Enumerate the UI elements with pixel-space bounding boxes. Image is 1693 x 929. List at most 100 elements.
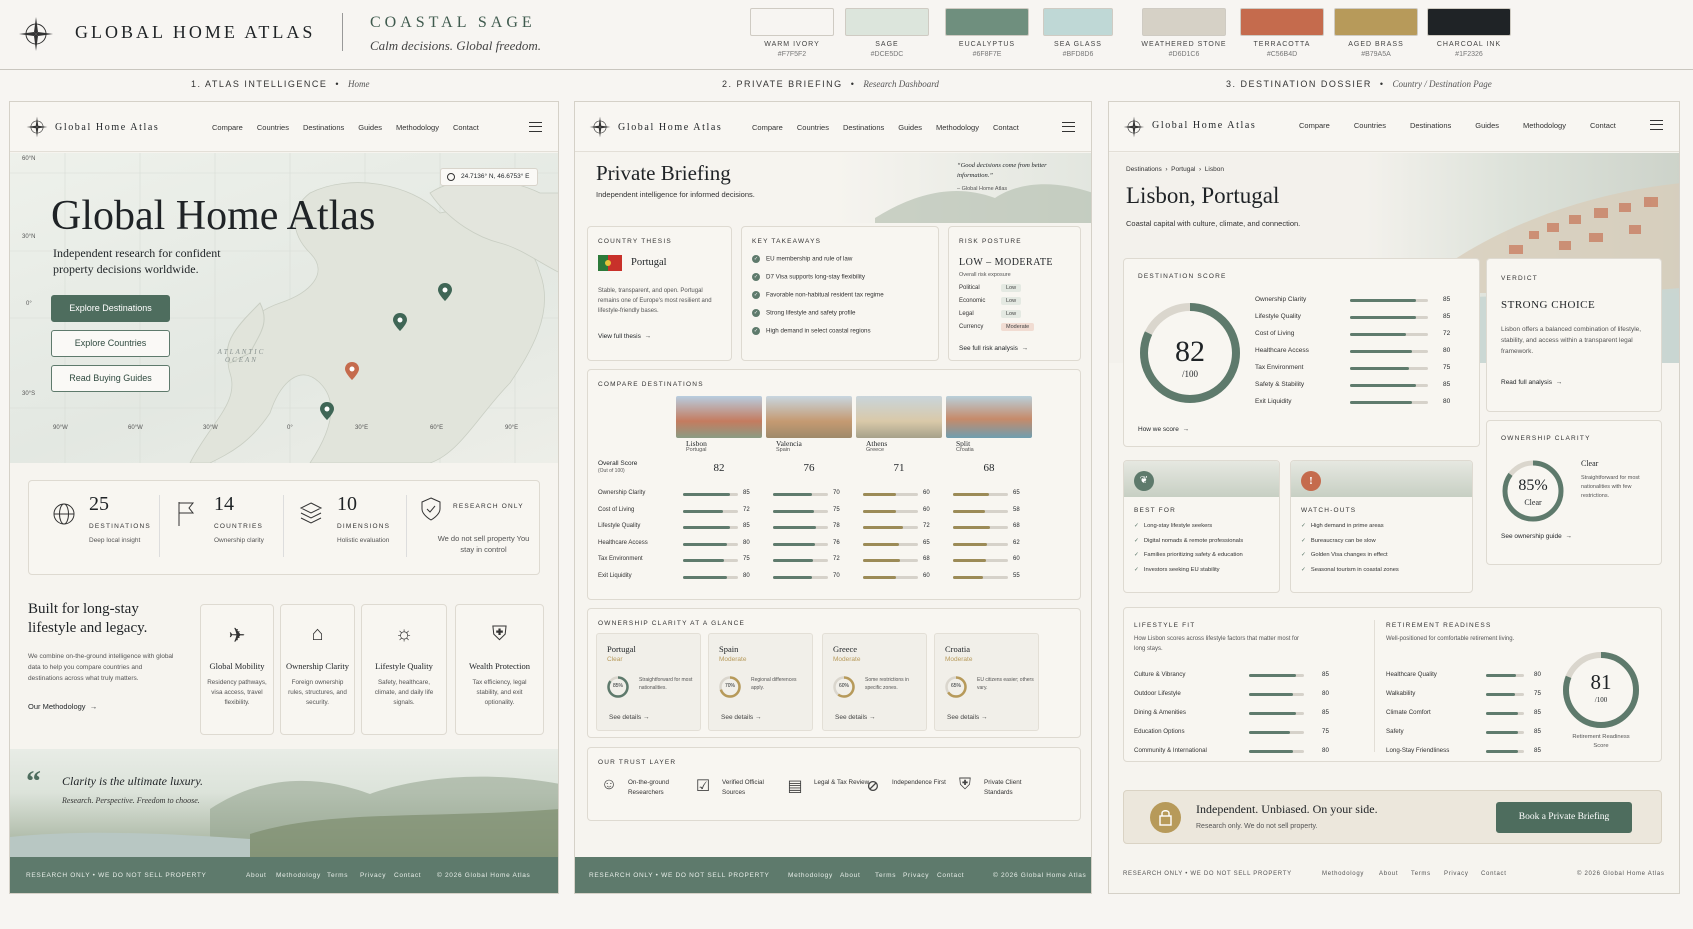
footer-link[interactable]: About: [1379, 871, 1398, 877]
nav-link-countries[interactable]: Countries: [797, 123, 829, 132]
clarity-status: Moderate: [945, 656, 973, 663]
see-details-link[interactable]: See details →: [947, 714, 987, 721]
read-buying-guides-button[interactable]: Read Buying Guides: [51, 365, 170, 392]
list-item: ✓ Families prioritizing safety & educatio…: [1134, 552, 1243, 558]
verdict-value: STRONG CHOICE: [1501, 299, 1596, 311]
nav-link-countries[interactable]: Countries: [257, 123, 289, 132]
nav-link-compare[interactable]: Compare: [1299, 121, 1330, 130]
feature-card[interactable]: ☼ Lifestyle Quality Safety, healthcare, cl…: [361, 604, 447, 735]
nav-brand[interactable]: Global Home Atlas: [1152, 120, 1256, 131]
score-bar: [683, 509, 738, 513]
menu-icon[interactable]: [529, 122, 542, 132]
check-icon: ✓: [752, 255, 760, 263]
nav-link-guides[interactable]: Guides: [358, 123, 382, 132]
breadcrumb-item[interactable]: Destinations: [1126, 166, 1162, 173]
feature-card[interactable]: ⛨ Wealth Protection Tax efficiency, legal …: [455, 604, 544, 735]
score-value: 72: [833, 556, 840, 562]
menu-icon[interactable]: [1062, 122, 1075, 132]
compass-logo-icon: [26, 116, 48, 138]
nav-link-destinations[interactable]: Destinations: [303, 123, 344, 132]
nav-link-compare[interactable]: Compare: [212, 123, 243, 132]
score-item-label: Walkability: [1386, 690, 1416, 697]
explore-countries-button[interactable]: Explore Countries: [51, 330, 170, 357]
risk-analysis-link[interactable]: See full risk analysis →: [959, 345, 1028, 352]
ownership-guide-link[interactable]: See ownership guide →: [1501, 533, 1572, 540]
nav-link-methodology[interactable]: Methodology: [1523, 121, 1566, 130]
nav-link-methodology[interactable]: Methodology: [396, 123, 439, 132]
footer-link[interactable]: Methodology: [1322, 871, 1364, 877]
breadcrumb-item[interactable]: Portugal: [1171, 166, 1195, 173]
menu-icon[interactable]: [1650, 120, 1663, 130]
trust-layer-card: OUR TRUST LAYER ☺ On-the-ground Researche…: [587, 747, 1081, 821]
footer-link[interactable]: Privacy: [360, 872, 386, 879]
nav-link-contact[interactable]: Contact: [993, 123, 1019, 132]
read-analysis-link[interactable]: Read full analysis →: [1501, 379, 1562, 386]
takeaway-item: ✓ D7 Visa supports long-stay flexibility: [752, 273, 865, 281]
see-details-link[interactable]: See details →: [835, 714, 875, 721]
takeaway-text: D7 Visa supports long-stay flexibility: [766, 273, 865, 281]
nav-link-guides[interactable]: Guides: [1475, 121, 1499, 130]
clarity-card[interactable]: Portugal Clear 85% Straightforward for most…: [596, 633, 701, 731]
score-item-label: Healthcare Quality: [1386, 671, 1437, 678]
destination-overall-score: 76: [803, 462, 815, 474]
nav-link-guides[interactable]: Guides: [898, 123, 922, 132]
footer-link[interactable]: Terms: [327, 872, 348, 879]
nav-brand[interactable]: Global Home Atlas: [618, 122, 722, 133]
footer-link[interactable]: Methodology: [276, 872, 321, 879]
score-bar: [953, 509, 1008, 513]
swatch-hex: #6F8F7E: [972, 51, 1002, 58]
nav-link-contact[interactable]: Contact: [1590, 121, 1616, 130]
score-bar: [863, 542, 918, 546]
score-value: 60: [1013, 556, 1020, 562]
nav-link-contact[interactable]: Contact: [453, 123, 479, 132]
footer-link[interactable]: About: [840, 872, 861, 879]
takeaway-text: EU membership and rule of law: [766, 255, 853, 263]
footer-link[interactable]: Privacy: [1444, 871, 1469, 877]
map-pin-selected[interactable]: [345, 362, 359, 385]
map-pin[interactable]: [438, 283, 452, 306]
takeaway-item: ✓ Favorable non-habitual resident tax reg…: [752, 291, 884, 299]
layers-icon: [299, 502, 323, 524]
footer-link[interactable]: Contact: [937, 872, 964, 879]
map-pin[interactable]: [320, 402, 334, 425]
score-bar: [1350, 316, 1428, 319]
see-details-link[interactable]: See details →: [721, 714, 761, 721]
compass-logo-icon: [1123, 116, 1145, 138]
nav-link-countries[interactable]: Countries: [1354, 121, 1386, 130]
footer-link[interactable]: About: [246, 872, 267, 879]
book-briefing-button[interactable]: Book a Private Briefing: [1496, 802, 1632, 833]
feature-card[interactable]: ✈ Global Mobility Residency pathways, visa…: [200, 604, 274, 735]
destination-overall-score: 82: [713, 462, 725, 474]
footer-link[interactable]: Terms: [1411, 871, 1431, 877]
footer-link[interactable]: Terms: [875, 872, 896, 879]
clarity-card[interactable]: Spain Moderate 70% Regional differences app…: [708, 633, 813, 731]
trust-item: Independence First: [892, 779, 946, 786]
nav-link-destinations[interactable]: Destinations: [843, 123, 884, 132]
nav-link-methodology[interactable]: Methodology: [936, 123, 979, 132]
clarity-card[interactable]: Greece Moderate 60% Some restrictions in sp…: [822, 633, 927, 731]
nav-link-compare[interactable]: Compare: [752, 123, 783, 132]
footer-link[interactable]: Contact: [394, 872, 421, 879]
footer-link[interactable]: Methodology: [788, 872, 833, 879]
map-pin[interactable]: [393, 313, 407, 336]
footer-link[interactable]: Privacy: [903, 872, 929, 879]
footer-link[interactable]: Contact: [1481, 871, 1507, 877]
how-we-score-link[interactable]: How we score →: [1138, 426, 1189, 433]
score-bar: [683, 493, 738, 496]
score-value: 72: [923, 523, 930, 529]
nav-brand[interactable]: Global Home Atlas: [55, 122, 159, 133]
see-details-link[interactable]: See details →: [609, 714, 649, 721]
feature-card[interactable]: ⌂ Ownership Clarity Foreign ownership rule…: [280, 604, 355, 735]
stats-card: 25 DESTINATIONS Deep local insight 14 CO…: [28, 480, 540, 575]
cta-sub: Research only. We do not sell property.: [1196, 823, 1318, 830]
clarity-card[interactable]: Croatia Moderate 65% EU citizens easier; ot…: [934, 633, 1039, 731]
stat-label: COUNTRIES: [214, 523, 264, 530]
view-thesis-link[interactable]: View full thesis →: [598, 333, 651, 340]
score-bar: [863, 526, 918, 529]
methodology-link[interactable]: Our Methodology →: [28, 702, 97, 711]
nav-link-destinations[interactable]: Destinations: [1410, 121, 1451, 130]
explore-destinations-button[interactable]: Explore Destinations: [51, 295, 170, 322]
globe-icon: [53, 503, 75, 525]
stat-sub: Holistic evaluation: [337, 537, 390, 544]
score-item-value: 75: [1322, 728, 1329, 735]
